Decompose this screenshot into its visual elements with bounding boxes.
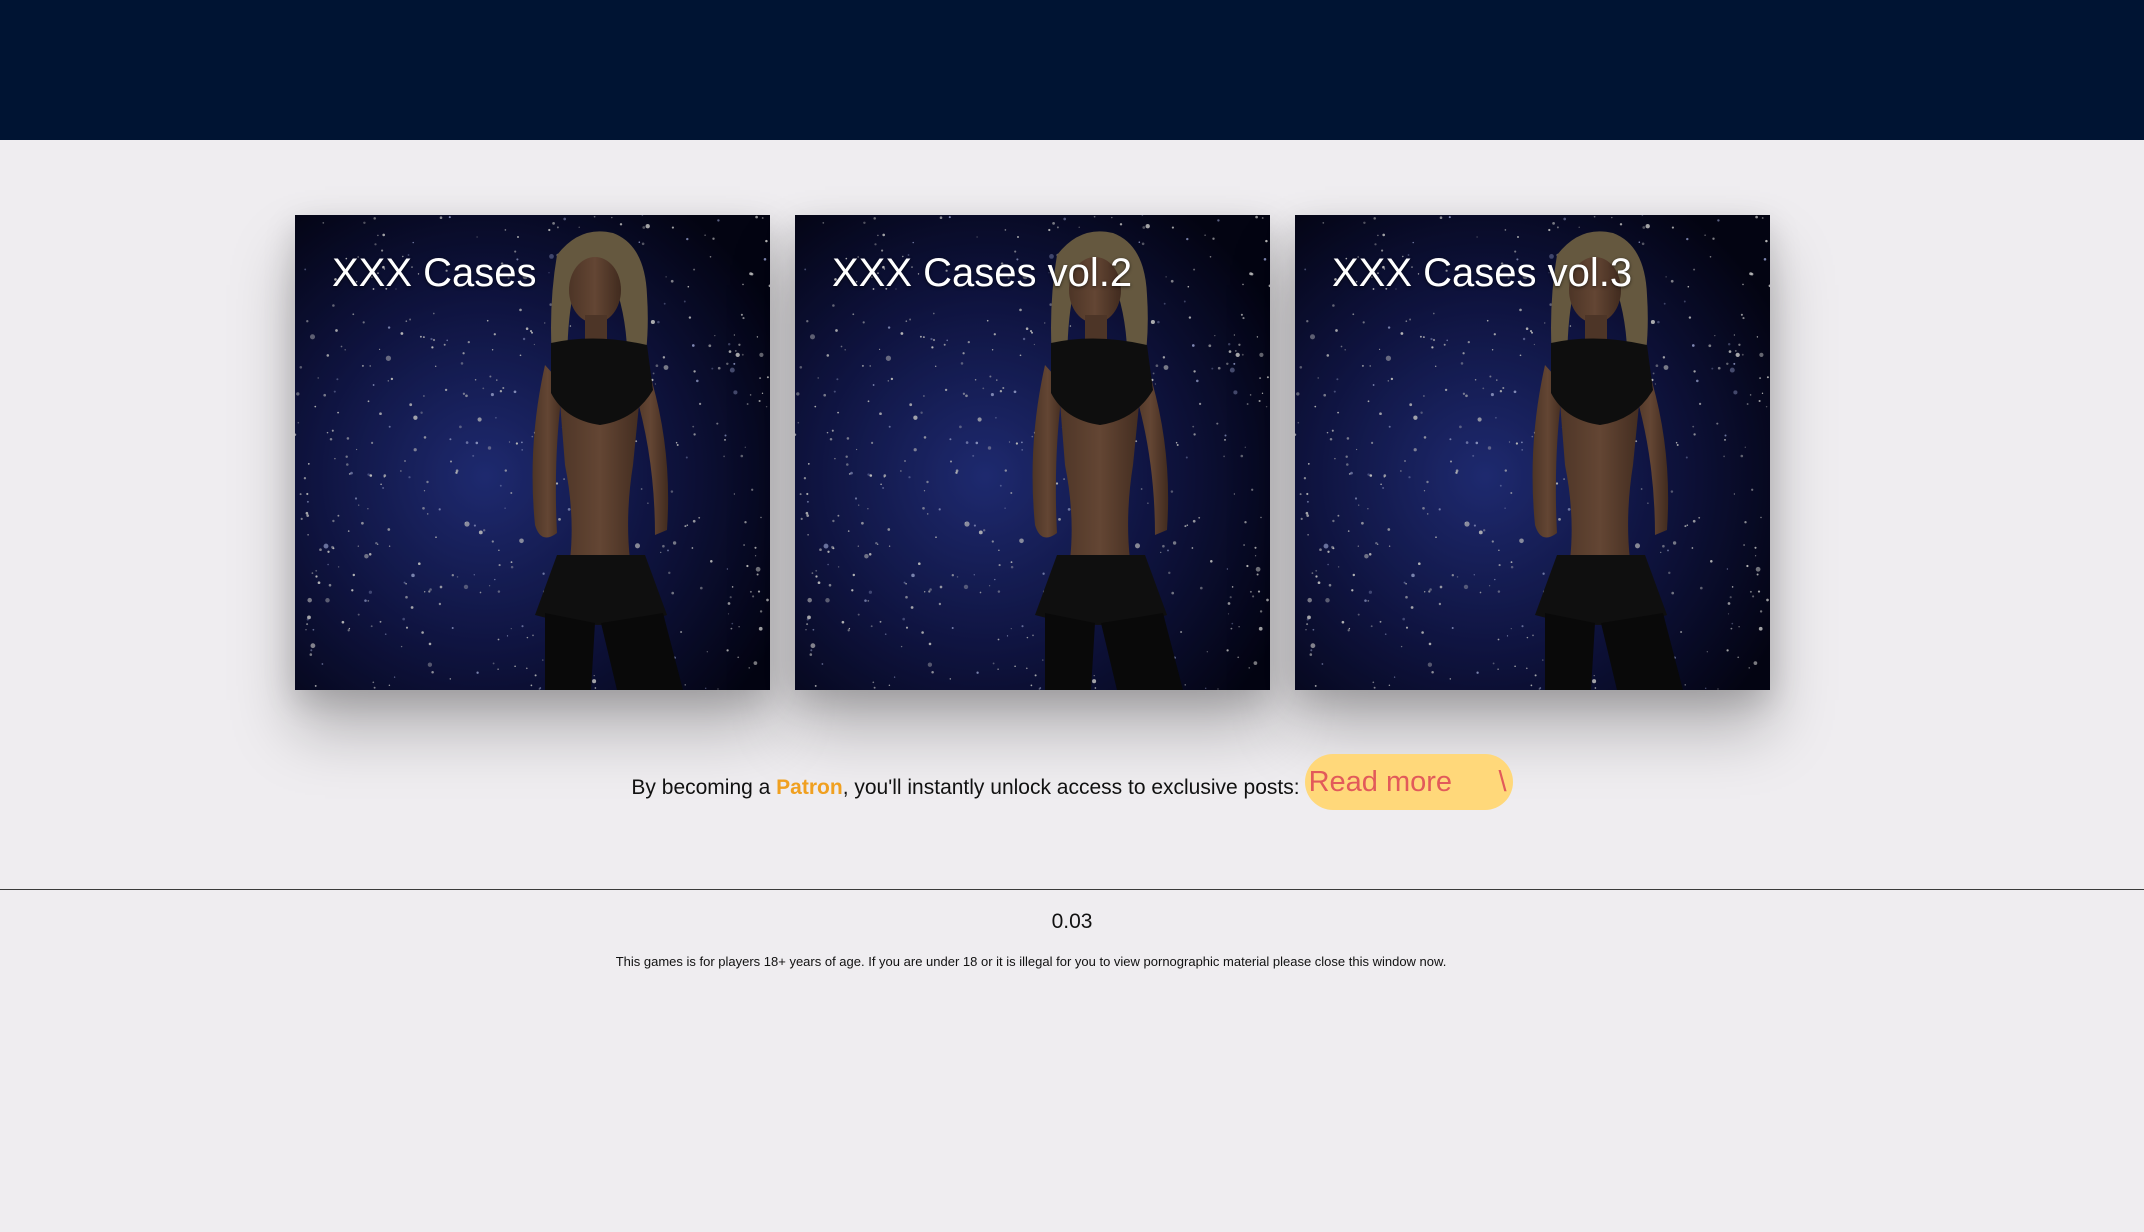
footer-divider	[0, 889, 2144, 890]
age-disclaimer: This games is for players 18+ years of a…	[615, 954, 1447, 969]
game-title: XXX Cases	[332, 251, 537, 295]
read-more-label: Read more	[1308, 765, 1453, 798]
game-card-3[interactable]: XXX Cases vol.3	[1295, 215, 1770, 690]
read-more-button[interactable]: Read more \	[1304, 754, 1513, 810]
game-card-2[interactable]: XXX Cases vol.2	[795, 215, 1270, 690]
patron-highlight: Patron	[776, 776, 843, 799]
patron-text-suffix: , you'll instantly unlock access to excl…	[842, 776, 1300, 799]
game-cards: XXX Cases XXX Cases vol.2 XXX Cases vol.…	[295, 215, 1770, 690]
top-bar	[0, 0, 2144, 140]
patron-text-prefix: By becoming a	[631, 776, 777, 799]
version-number: 0.03	[1051, 910, 1093, 933]
game-title: XXX Cases vol.3	[1332, 251, 1633, 295]
read-more-trailing: \	[1498, 765, 1507, 798]
patron-promo: By becoming a Patron , you'll instantly …	[0, 754, 2144, 816]
game-card-1[interactable]: XXX Cases	[295, 215, 770, 690]
game-title: XXX Cases vol.2	[832, 251, 1133, 295]
